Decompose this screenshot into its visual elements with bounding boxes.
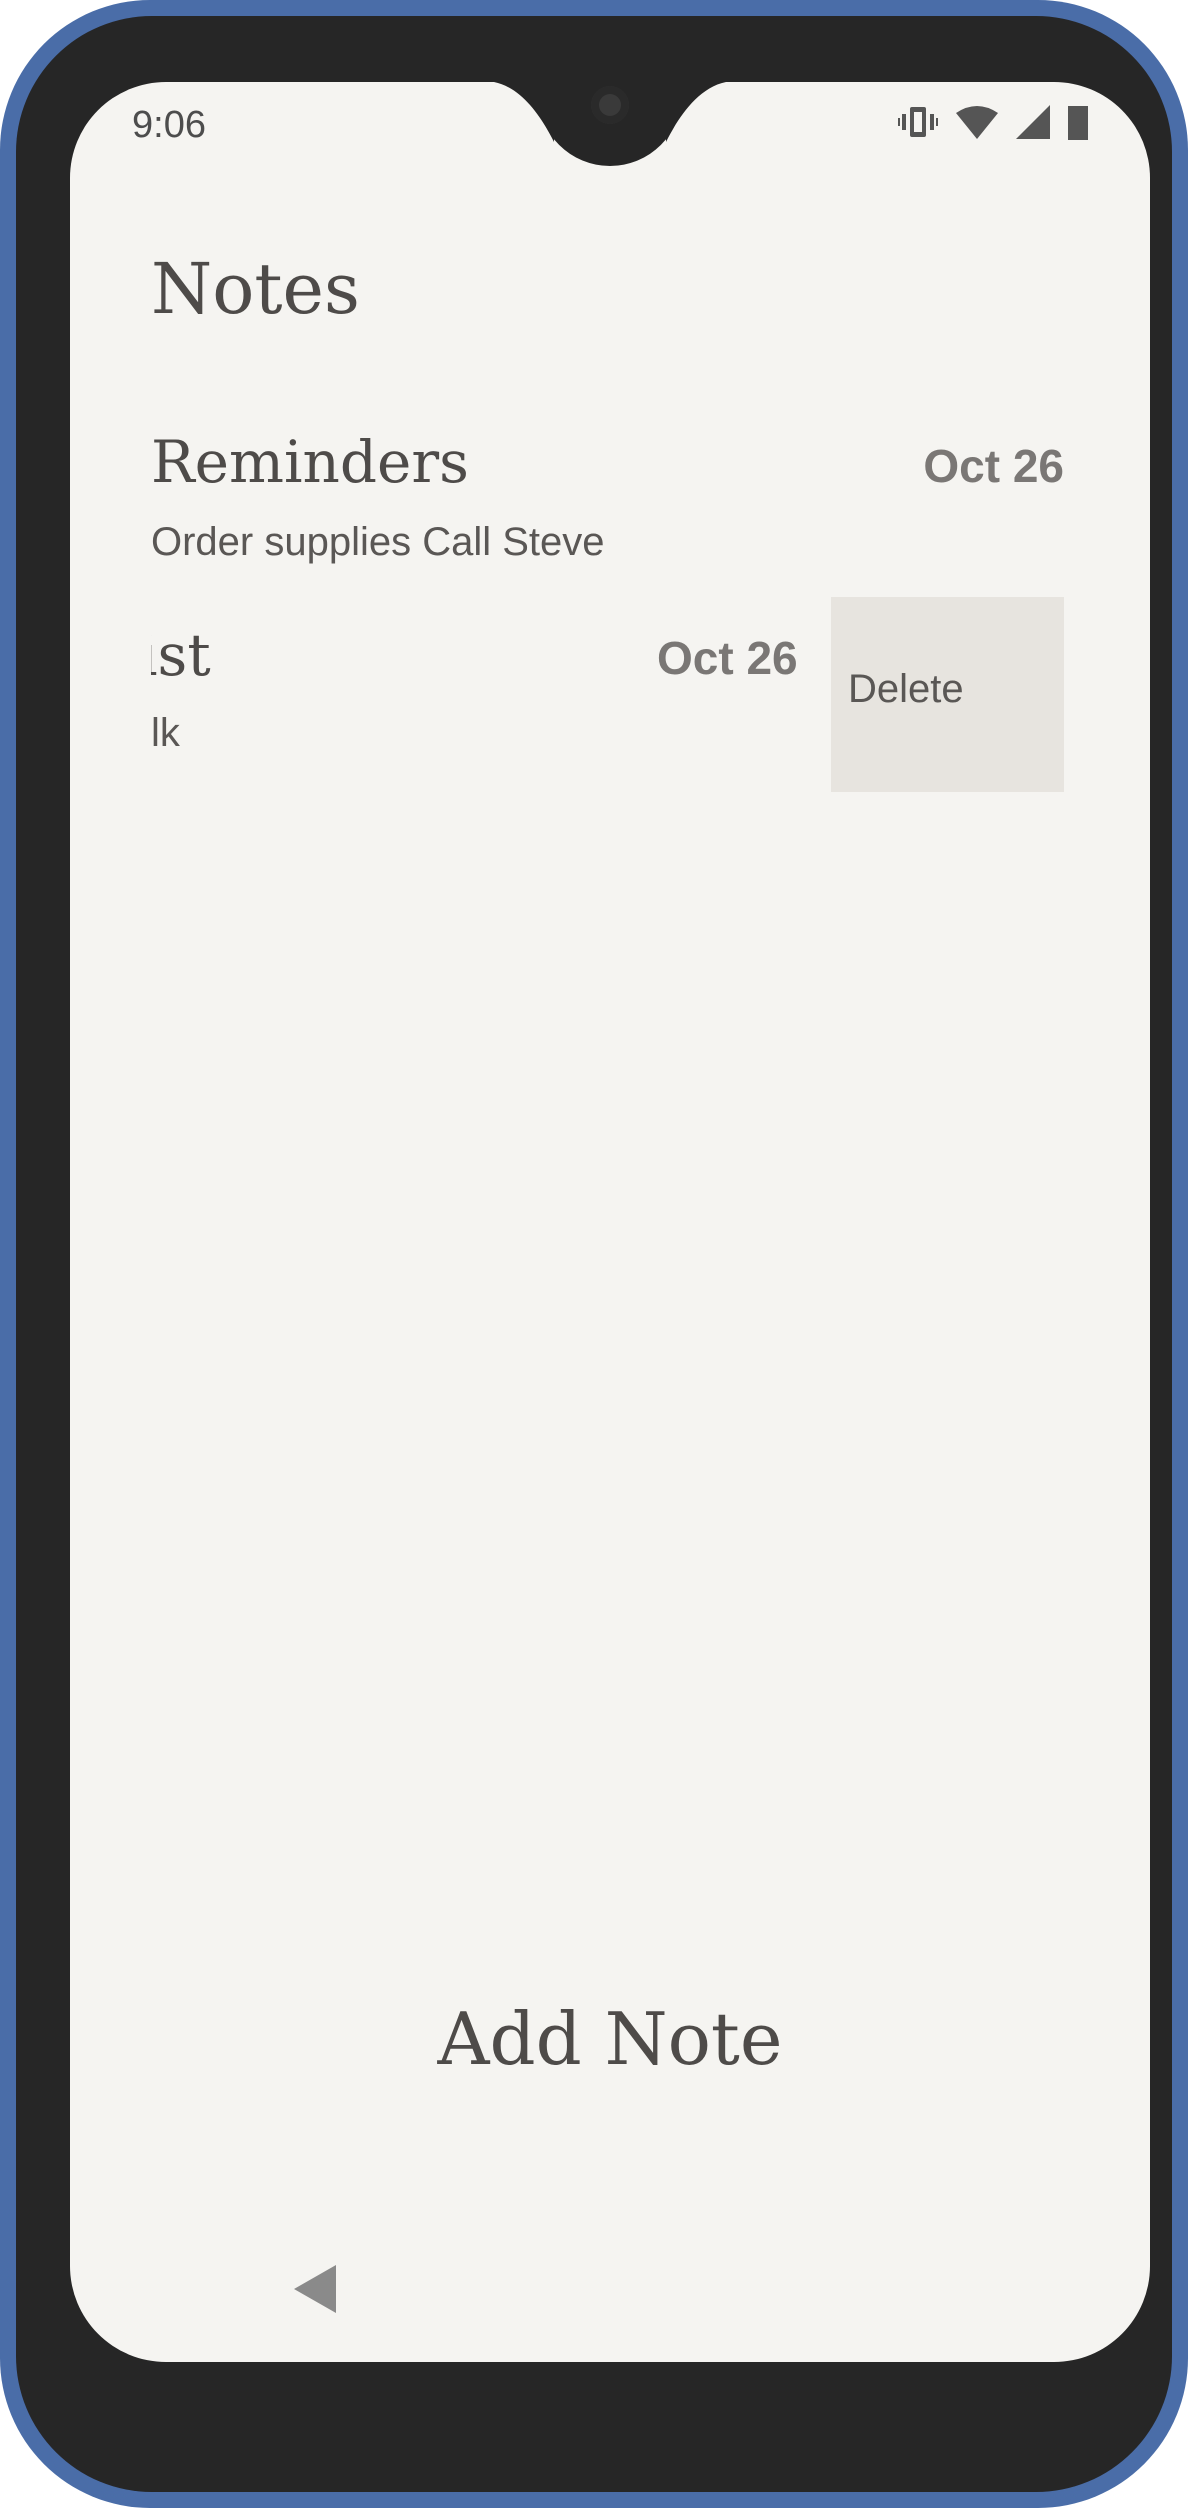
status-icons (898, 104, 1088, 144)
note-preview: Order supplies Call Steve (151, 520, 605, 564)
status-time: 9:06 (132, 104, 206, 146)
note-title[interactable]: Reminders (151, 428, 469, 496)
note-preview: lk (151, 711, 180, 755)
phone-body: 9:06 Notes Reminders Oct 26 Order suppli… (16, 16, 1172, 2492)
add-note-button[interactable]: Add Note (70, 1997, 1150, 2081)
note-date: Oct 26 (923, 440, 1064, 492)
phone-frame: 9:06 Notes Reminders Oct 26 Order suppli… (0, 0, 1188, 2508)
screen: 9:06 Notes Reminders Oct 26 Order suppli… (70, 82, 1150, 2362)
page-title: Notes (151, 248, 360, 330)
notch-curve-right (666, 82, 726, 142)
signal-icon (1016, 104, 1050, 144)
vibrate-icon (898, 105, 938, 144)
back-icon[interactable] (294, 2265, 336, 2313)
battery-icon (1068, 104, 1088, 145)
delete-button[interactable]: Delete (831, 597, 1064, 792)
wifi-icon (956, 105, 998, 144)
note-title[interactable]: ist (151, 621, 211, 689)
note-date: Oct 26 (657, 632, 798, 684)
camera-icon (591, 86, 629, 124)
delete-label: Delete (848, 667, 964, 711)
swiped-note-row[interactable]: ist Oct 26 lk (151, 597, 851, 797)
